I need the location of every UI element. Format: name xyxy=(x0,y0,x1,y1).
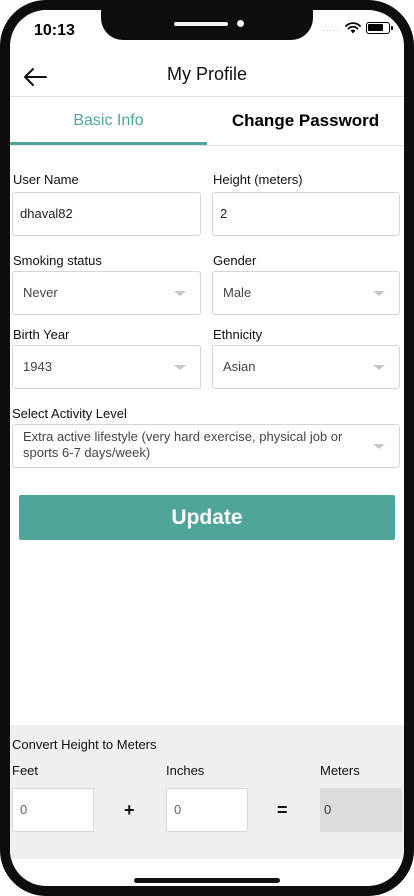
page-title: My Profile xyxy=(166,64,247,84)
inches-input[interactable]: 0 xyxy=(166,788,248,832)
feet-input[interactable]: 0 xyxy=(12,788,94,832)
camera-dot xyxy=(237,20,244,27)
converter-title: Convert Height to Meters xyxy=(12,737,157,752)
activity-level-value: Extra active lifestyle (very hard exerci… xyxy=(23,429,343,460)
height-label: Height (meters) xyxy=(213,172,303,187)
tab-basic-info[interactable]: Basic Info xyxy=(10,97,207,145)
meters-result: 0 xyxy=(320,788,402,832)
plus-sign: + xyxy=(124,800,135,820)
tab-bar: Basic Info Change Password xyxy=(10,97,404,145)
meters-label: Meters xyxy=(320,763,360,778)
gender-select[interactable]: Male xyxy=(212,271,400,315)
user-name-input[interactable]: dhaval82 xyxy=(12,192,201,236)
height-converter-panel: Convert Height to Meters Feet Inches Met… xyxy=(10,725,404,859)
chevron-down-icon xyxy=(174,365,186,370)
feet-label: Feet xyxy=(12,763,39,778)
birth-year-label: Birth Year xyxy=(13,327,70,342)
ethnicity-select[interactable]: Asian xyxy=(212,345,400,389)
device-notch xyxy=(101,10,313,40)
equals-sign: = xyxy=(277,800,288,820)
ethnicity-value: Asian xyxy=(223,359,256,374)
status-time: 10:13 xyxy=(34,22,75,39)
screen: 10:13 ..... My Profile Basic Info Change… xyxy=(10,10,404,886)
speaker-grille xyxy=(174,22,228,26)
smoking-select[interactable]: Never xyxy=(12,271,201,315)
tab-change-password[interactable]: Change Password xyxy=(207,97,404,145)
device-frame: 10:13 ..... My Profile Basic Info Change… xyxy=(0,0,414,896)
status-icons: ..... xyxy=(322,22,393,34)
chevron-down-icon xyxy=(373,291,385,296)
wifi-icon xyxy=(345,22,361,34)
ethnicity-label: Ethnicity xyxy=(213,327,263,342)
battery-icon xyxy=(366,22,393,34)
birth-year-value: 1943 xyxy=(23,359,52,374)
top-bar: My Profile xyxy=(10,58,404,96)
gender-label: Gender xyxy=(213,253,257,268)
inches-label: Inches xyxy=(166,763,205,778)
chevron-down-icon xyxy=(373,365,385,370)
height-input[interactable]: 2 xyxy=(212,192,400,236)
gender-value: Male xyxy=(223,285,252,300)
update-button[interactable]: Update xyxy=(19,495,395,540)
chevron-down-icon xyxy=(373,444,385,449)
activity-level-label: Select Activity Level xyxy=(12,406,127,421)
divider xyxy=(10,145,404,146)
smoking-value: Never xyxy=(23,285,58,300)
chevron-down-icon xyxy=(174,291,186,296)
smoking-label: Smoking status xyxy=(13,253,102,268)
signal-icon: ..... xyxy=(322,23,340,33)
home-indicator[interactable] xyxy=(134,878,280,883)
birth-year-select[interactable]: 1943 xyxy=(12,345,201,389)
activity-level-select[interactable]: Extra active lifestyle (very hard exerci… xyxy=(12,424,400,468)
user-name-label: User Name xyxy=(13,172,79,187)
